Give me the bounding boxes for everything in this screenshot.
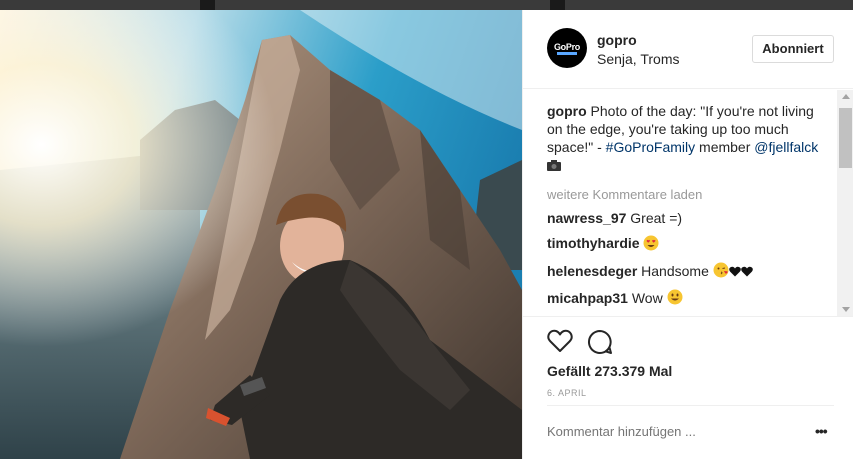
hashtag-link[interactable]: #GoProFamily: [606, 139, 695, 155]
comment-text: Handsome: [641, 262, 709, 279]
heart-outline-icon[interactable]: [547, 329, 573, 355]
comment-item: micahpap31 Wow: [547, 289, 819, 309]
load-more-comments-link[interactable]: weitere Kommentare laden: [547, 187, 819, 202]
comment-text: Wow: [631, 289, 663, 306]
more-options-button[interactable]: •••: [815, 423, 828, 439]
heart-eyes-emoji-icon: [643, 235, 659, 255]
comment-item: timothyhardie: [547, 234, 819, 254]
avatar[interactable]: GoPro: [547, 28, 587, 68]
comments-scrollbar[interactable]: [837, 90, 853, 316]
comment-item: nawress_97 Great =): [547, 209, 819, 227]
post-date[interactable]: 6. APRIL: [547, 388, 587, 398]
caption-text-2: member: [695, 139, 755, 155]
black-heart-icon: [740, 263, 753, 281]
post-actions: Gefällt 273.379 Mal 6. APRIL •••: [523, 316, 853, 439]
black-heart-icon: [728, 263, 741, 281]
comment-username[interactable]: micahpap31: [547, 290, 628, 306]
comments-list: gopro Photo of the day: "If you're not l…: [523, 90, 853, 316]
caption: gopro Photo of the day: "If you're not l…: [547, 102, 819, 175]
gopro-logo: GoPro: [553, 42, 580, 52]
post-header: GoPro gopro Senja, Troms Abonniert: [523, 10, 853, 89]
post-side-panel: GoPro gopro Senja, Troms Abonniert gopro…: [522, 10, 853, 459]
scrollbar-thumb[interactable]: [839, 108, 852, 168]
comment-username[interactable]: helenesdeger: [547, 263, 637, 279]
comment-text: Great =): [630, 210, 683, 227]
post-photo[interactable]: [0, 10, 522, 459]
username-link[interactable]: gopro: [597, 32, 637, 48]
location-link[interactable]: Senja, Troms: [597, 51, 679, 67]
likes-count[interactable]: Gefällt 273.379 Mal: [547, 363, 672, 379]
caption-username[interactable]: gopro: [547, 103, 587, 119]
comment-username[interactable]: nawress_97: [547, 210, 626, 226]
follow-button[interactable]: Abonniert: [752, 35, 834, 63]
camera-emoji-icon: [547, 157, 561, 175]
page-backdrop: [0, 0, 853, 10]
divider: [547, 405, 834, 406]
background-thumbnail: [215, 0, 550, 10]
background-thumbnail: [0, 0, 200, 10]
background-thumbnail: [565, 0, 853, 10]
kiss-emoji-icon: [713, 262, 729, 282]
scroll-down-arrow-icon[interactable]: [842, 307, 850, 312]
add-comment-input[interactable]: [547, 424, 787, 439]
gopro-logo-bar: [557, 52, 577, 55]
comment-username[interactable]: timothyhardie: [547, 235, 640, 251]
comment-item: helenesdeger Handsome: [547, 262, 819, 282]
mention-link[interactable]: @fjellfalck: [754, 139, 818, 155]
speech-bubble-icon[interactable]: [587, 329, 613, 355]
smile-emoji-icon: [667, 289, 683, 309]
scroll-up-arrow-icon[interactable]: [842, 94, 850, 99]
